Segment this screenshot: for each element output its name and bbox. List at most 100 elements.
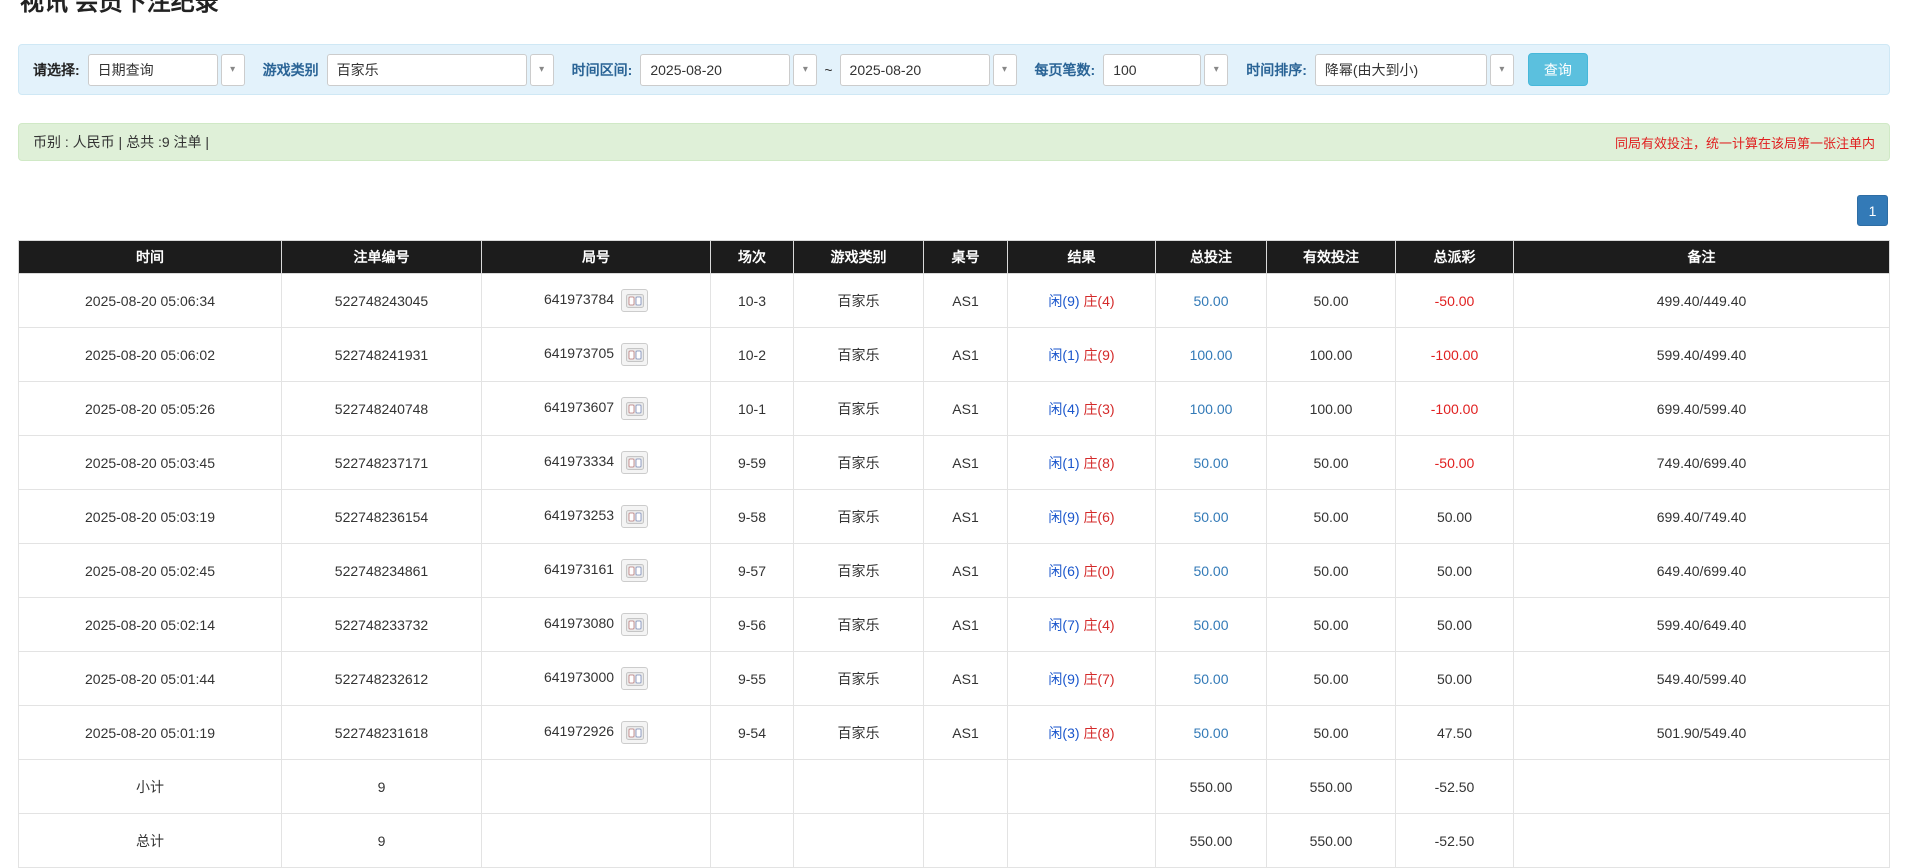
total-bet-link[interactable]: 50.00: [1193, 671, 1228, 687]
cell-remark: 599.40/649.40: [1514, 598, 1890, 652]
date-from-input[interactable]: [640, 54, 790, 86]
cell-valid-bet: 50.00: [1267, 652, 1396, 706]
game-type-input[interactable]: [327, 54, 527, 86]
result-player: 闲(3): [1048, 725, 1079, 741]
cell-round: 641973161: [482, 544, 711, 598]
table-header-row: 时间 注单编号 局号 场次 游戏类别 桌号 结果 总投注 有效投注 总派彩 备注: [19, 241, 1890, 274]
cell-valid-bet: 50.00: [1267, 490, 1396, 544]
cell-time: 2025-08-20 05:03:45: [19, 436, 282, 490]
cell-game-type: 百家乐: [794, 328, 924, 382]
chevron-down-icon[interactable]: ▾: [221, 54, 245, 86]
cell-session: 9-57: [711, 544, 794, 598]
page: 视讯 会员下注纪录 请选择: ▾ 游戏类别 ▾ 时间区间: ▾ ~ ▾ 每页笔数…: [0, 0, 1908, 868]
query-type-input[interactable]: [88, 54, 218, 86]
result-player: 闲(9): [1048, 671, 1079, 687]
cell-bet-id: 522748233732: [282, 598, 482, 652]
chevron-down-icon[interactable]: ▾: [793, 54, 817, 86]
view-round-button[interactable]: [621, 397, 648, 420]
total-bet-link[interactable]: 50.00: [1193, 293, 1228, 309]
chevron-down-icon[interactable]: ▾: [1204, 54, 1228, 86]
header-remark: 备注: [1514, 241, 1890, 274]
cell-result: 闲(6) 庄(0): [1008, 544, 1156, 598]
game-type-combo[interactable]: ▾: [327, 54, 554, 86]
result-banker: 庄(9): [1083, 347, 1114, 363]
total-bet-link[interactable]: 100.00: [1190, 347, 1233, 363]
view-round-button[interactable]: [621, 559, 648, 582]
cell-table: AS1: [924, 544, 1008, 598]
cell-session: 9-58: [711, 490, 794, 544]
per-page-input[interactable]: [1103, 54, 1201, 86]
total-bet-link[interactable]: 50.00: [1193, 455, 1228, 471]
cell-bet-id: 522748231618: [282, 706, 482, 760]
cell-session: 9-55: [711, 652, 794, 706]
cell-game-type: 百家乐: [794, 382, 924, 436]
table-row: 2025-08-20 05:06:34522748243045641973784…: [19, 274, 1890, 328]
cell-payout: 50.00: [1396, 544, 1514, 598]
date-from-combo[interactable]: ▾: [640, 54, 817, 86]
header-session: 场次: [711, 241, 794, 274]
view-round-button[interactable]: [621, 505, 648, 528]
cell-game-type: 百家乐: [794, 652, 924, 706]
cell-round: 641972926: [482, 706, 711, 760]
cell-remark: 549.40/599.40: [1514, 652, 1890, 706]
bet-records-table: 时间 注单编号 局号 场次 游戏类别 桌号 结果 总投注 有效投注 总派彩 备注…: [18, 240, 1890, 868]
cards-icon: [626, 564, 644, 578]
game-type-label: 游戏类别: [263, 60, 319, 80]
sort-order-combo[interactable]: ▾: [1315, 54, 1514, 86]
result-player: 闲(6): [1048, 563, 1079, 579]
cell-result: 闲(9) 庄(6): [1008, 490, 1156, 544]
cell-valid-bet: 50.00: [1267, 436, 1396, 490]
header-bet-id: 注单编号: [282, 241, 482, 274]
result-banker: 庄(4): [1083, 293, 1114, 309]
subtotal-row: 小计 9 550.00 550.00 -52.50: [19, 760, 1890, 814]
header-time: 时间: [19, 241, 282, 274]
view-round-button[interactable]: [621, 343, 648, 366]
total-bet-link[interactable]: 100.00: [1190, 401, 1233, 417]
date-to-input[interactable]: [840, 54, 990, 86]
total-bet-link[interactable]: 50.00: [1193, 509, 1228, 525]
view-round-button[interactable]: [621, 289, 648, 312]
chevron-down-icon[interactable]: ▾: [1490, 54, 1514, 86]
cell-session: 10-1: [711, 382, 794, 436]
cell-round: 641973334: [482, 436, 711, 490]
result-banker: 庄(8): [1083, 455, 1114, 471]
view-round-button[interactable]: [621, 613, 648, 636]
view-round-button[interactable]: [621, 667, 648, 690]
chevron-down-icon[interactable]: ▾: [530, 54, 554, 86]
cell-table: AS1: [924, 274, 1008, 328]
total-bet-link[interactable]: 50.00: [1193, 725, 1228, 741]
cell-valid-bet: 100.00: [1267, 328, 1396, 382]
total-bet-link[interactable]: 50.00: [1193, 563, 1228, 579]
cell-round: 641973607: [482, 382, 711, 436]
table-row: 2025-08-20 05:02:14522748233732641973080…: [19, 598, 1890, 652]
per-page-combo[interactable]: ▾: [1103, 54, 1228, 86]
cell-table: AS1: [924, 706, 1008, 760]
query-type-combo[interactable]: ▾: [88, 54, 245, 86]
result-player: 闲(1): [1048, 347, 1079, 363]
cell-game-type: 百家乐: [794, 598, 924, 652]
per-page-label: 每页笔数:: [1035, 60, 1096, 80]
cell-time: 2025-08-20 05:06:34: [19, 274, 282, 328]
date-to-combo[interactable]: ▾: [840, 54, 1017, 86]
chevron-down-icon[interactable]: ▾: [993, 54, 1017, 86]
sort-order-input[interactable]: [1315, 54, 1487, 86]
header-payout: 总派彩: [1396, 241, 1514, 274]
query-button[interactable]: 查询: [1528, 53, 1588, 86]
header-round: 局号: [482, 241, 711, 274]
result-banker: 庄(3): [1083, 401, 1114, 417]
view-round-button[interactable]: [621, 451, 648, 474]
cell-bet-id: 522748232612: [282, 652, 482, 706]
cell-valid-bet: 50.00: [1267, 544, 1396, 598]
cell-game-type: 百家乐: [794, 274, 924, 328]
cards-icon: [626, 402, 644, 416]
cell-bet-id: 522748243045: [282, 274, 482, 328]
cell-remark: 499.40/449.40: [1514, 274, 1890, 328]
table-row: 2025-08-20 05:06:02522748241931641973705…: [19, 328, 1890, 382]
subtotal-count: 9: [282, 760, 482, 814]
total-bet-link[interactable]: 50.00: [1193, 617, 1228, 633]
cell-session: 9-54: [711, 706, 794, 760]
view-round-button[interactable]: [621, 721, 648, 744]
table-row: 2025-08-20 05:03:19522748236154641973253…: [19, 490, 1890, 544]
page-1-button[interactable]: 1: [1857, 195, 1888, 226]
cell-payout: 50.00: [1396, 652, 1514, 706]
